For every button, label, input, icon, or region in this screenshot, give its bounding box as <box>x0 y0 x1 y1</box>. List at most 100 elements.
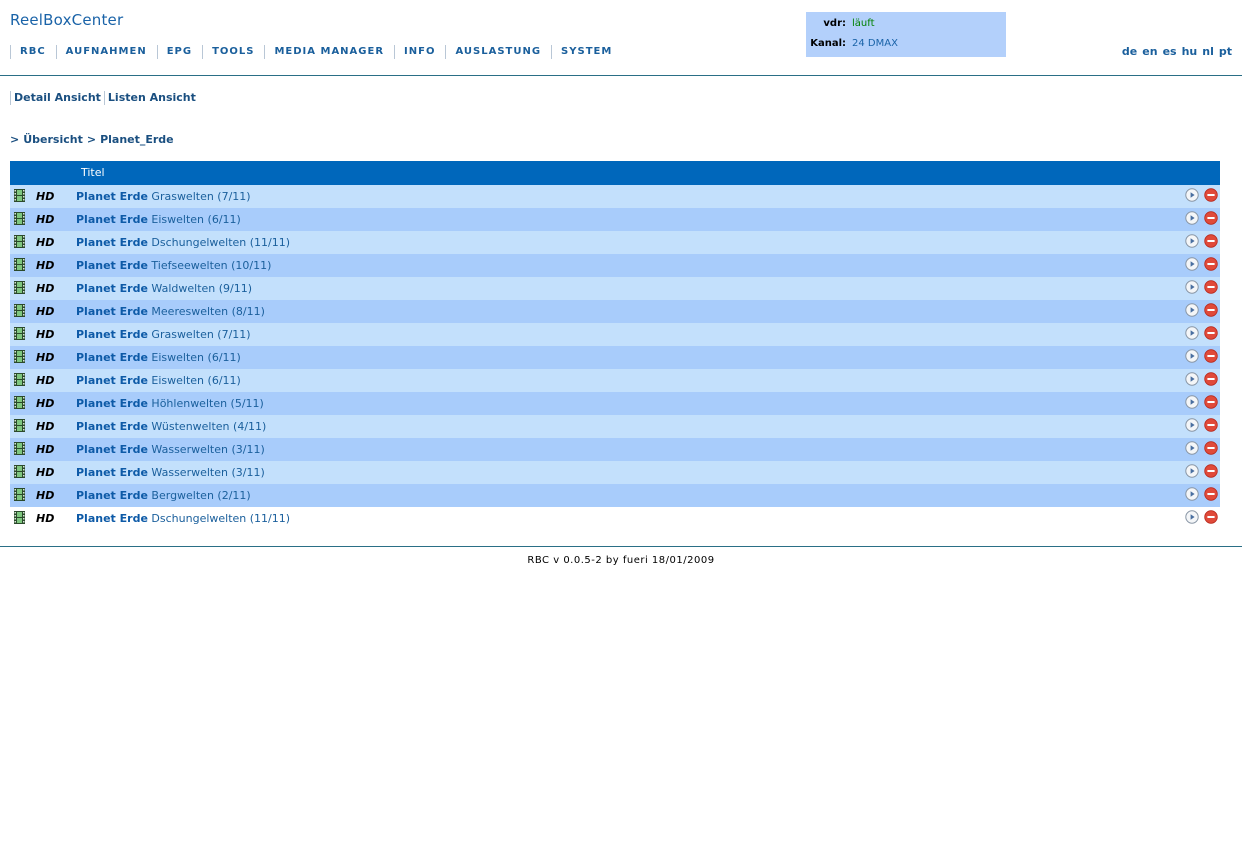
play-icon[interactable] <box>1185 211 1199 225</box>
recording-title-link[interactable]: Planet Erde Bergwelten (2/11) <box>76 489 251 502</box>
nav-media-manager[interactable]: MEDIA MANAGER <box>264 45 394 59</box>
play-icon[interactable] <box>1185 510 1199 524</box>
hd-badge: HD <box>36 328 55 341</box>
nav-info[interactable]: INFO <box>394 45 445 59</box>
recording-title-link[interactable]: Planet Erde Eiswelten (6/11) <box>76 213 241 226</box>
film-icon <box>14 189 25 202</box>
delete-icon[interactable] <box>1204 464 1218 478</box>
delete-icon[interactable] <box>1204 303 1218 317</box>
series-name: Planet Erde <box>76 190 148 203</box>
recording-title-link[interactable]: Planet Erde Eiswelten (6/11) <box>76 374 241 387</box>
delete-icon[interactable] <box>1204 349 1218 363</box>
play-icon[interactable] <box>1185 188 1199 202</box>
series-name: Planet Erde <box>76 236 148 249</box>
recording-title-link[interactable]: Planet Erde Wasserwelten (3/11) <box>76 466 265 479</box>
delete-icon[interactable] <box>1204 395 1218 409</box>
film-icon <box>14 235 25 248</box>
delete-icon[interactable] <box>1204 487 1218 501</box>
play-icon[interactable] <box>1185 418 1199 432</box>
table-row: HD Planet Erde Meereswelten (8/11) <box>10 300 1220 323</box>
play-icon[interactable] <box>1185 234 1199 248</box>
delete-icon[interactable] <box>1204 418 1218 432</box>
lang-hu[interactable]: hu <box>1182 45 1198 58</box>
delete-icon[interactable] <box>1204 441 1218 455</box>
play-icon[interactable] <box>1185 464 1199 478</box>
footer-text: RBC v 0.0.5-2 by fueri 18/01/2009 <box>527 555 715 566</box>
series-name: Planet Erde <box>76 443 148 456</box>
table-row: HD Planet Erde Waldwelten (9/11) <box>10 277 1220 300</box>
list-view-link[interactable]: Listen Ansicht <box>103 91 199 105</box>
lang-nl[interactable]: nl <box>1202 45 1214 58</box>
vdr-label: vdr: <box>823 18 846 29</box>
recording-title-link[interactable]: Planet Erde Tiefseewelten (10/11) <box>76 259 271 272</box>
film-icon <box>14 258 25 271</box>
hd-badge: HD <box>36 213 55 226</box>
episode-name: Tiefseewelten (10/11) <box>151 259 272 272</box>
delete-icon[interactable] <box>1204 510 1218 524</box>
delete-icon[interactable] <box>1204 280 1218 294</box>
recording-title-link[interactable]: Planet Erde Waldwelten (9/11) <box>76 282 252 295</box>
delete-icon[interactable] <box>1204 372 1218 386</box>
film-icon <box>14 442 25 455</box>
recording-title-link[interactable]: Planet Erde Graswelten (7/11) <box>76 328 251 341</box>
recording-title-link[interactable]: Planet Erde Wasserwelten (3/11) <box>76 443 265 456</box>
recording-title-link[interactable]: Planet Erde Graswelten (7/11) <box>76 190 251 203</box>
play-icon[interactable] <box>1185 441 1199 455</box>
play-icon[interactable] <box>1185 349 1199 363</box>
play-icon[interactable] <box>1185 372 1199 386</box>
delete-icon[interactable] <box>1204 326 1218 340</box>
lang-en[interactable]: en <box>1142 45 1157 58</box>
play-icon[interactable] <box>1185 257 1199 271</box>
delete-icon[interactable] <box>1204 211 1218 225</box>
film-icon <box>14 488 25 501</box>
nav-epg[interactable]: EPG <box>156 45 202 59</box>
recording-title-link[interactable]: Planet Erde Dschungelwelten (11/11) <box>76 512 290 525</box>
recording-title-link[interactable]: Planet Erde Meereswelten (8/11) <box>76 305 265 318</box>
recording-title-link[interactable]: Planet Erde Wüstenwelten (4/11) <box>76 420 266 433</box>
header-divider <box>0 75 1242 76</box>
play-icon[interactable] <box>1185 487 1199 501</box>
play-icon[interactable] <box>1185 395 1199 409</box>
delete-icon[interactable] <box>1204 257 1218 271</box>
film-icon <box>14 465 25 478</box>
table-row: HD Planet Erde Wüstenwelten (4/11) <box>10 415 1220 438</box>
nav-tools[interactable]: TOOLS <box>202 45 264 59</box>
hd-badge: HD <box>36 259 55 272</box>
detail-view-link[interactable]: Detail Ansicht <box>10 91 104 105</box>
table-row: HD Planet Erde Wasserwelten (3/11) <box>10 438 1220 461</box>
app-title[interactable]: ReelBoxCenter <box>10 11 123 29</box>
delete-icon[interactable] <box>1204 234 1218 248</box>
breadcrumb: > Übersicht > Planet_Erde <box>10 133 174 146</box>
kanal-label: Kanal: <box>810 38 846 49</box>
film-icon <box>14 327 25 340</box>
table-row: HD Planet Erde Eiswelten (6/11) <box>10 208 1220 231</box>
recording-title-link[interactable]: Planet Erde Dschungelwelten (11/11) <box>76 236 290 249</box>
play-icon[interactable] <box>1185 303 1199 317</box>
episode-name: Dschungelwelten (11/11) <box>151 236 291 249</box>
play-icon[interactable] <box>1185 280 1199 294</box>
kanal-value[interactable]: 24 DMAX <box>852 36 898 52</box>
episode-name: Waldwelten (9/11) <box>151 282 253 295</box>
nav-system[interactable]: SYSTEM <box>551 45 622 59</box>
nav-aufnahmen[interactable]: AUFNAHMEN <box>55 45 157 59</box>
recording-title-link[interactable]: Planet Erde Eiswelten (6/11) <box>76 351 241 364</box>
episode-name: Dschungelwelten (11/11) <box>151 512 291 525</box>
play-icon[interactable] <box>1185 326 1199 340</box>
recording-title-link[interactable]: Planet Erde Höhlenwelten (5/11) <box>76 397 264 410</box>
table-header: Titel <box>10 161 1220 185</box>
lang-es[interactable]: es <box>1163 45 1177 58</box>
lang-de[interactable]: de <box>1122 45 1137 58</box>
breadcrumb-overview[interactable]: Übersicht <box>23 133 83 146</box>
table-row: HD Planet Erde Dschungelwelten (11/11) <box>10 507 1220 530</box>
nav-rbc[interactable]: RBC <box>10 45 56 59</box>
series-name: Planet Erde <box>76 282 148 295</box>
series-name: Planet Erde <box>76 213 148 226</box>
lang-pt[interactable]: pt <box>1219 45 1232 58</box>
breadcrumb-current[interactable]: Planet_Erde <box>100 133 174 146</box>
episode-name: Wasserwelten (3/11) <box>151 466 265 479</box>
delete-icon[interactable] <box>1204 188 1218 202</box>
table-row: HD Planet Erde Wasserwelten (3/11) <box>10 461 1220 484</box>
nav-auslastung[interactable]: AUSLASTUNG <box>445 45 551 59</box>
breadcrumb-separator: > <box>86 133 97 146</box>
table-row: HD Planet Erde Dschungelwelten (11/11) <box>10 231 1220 254</box>
